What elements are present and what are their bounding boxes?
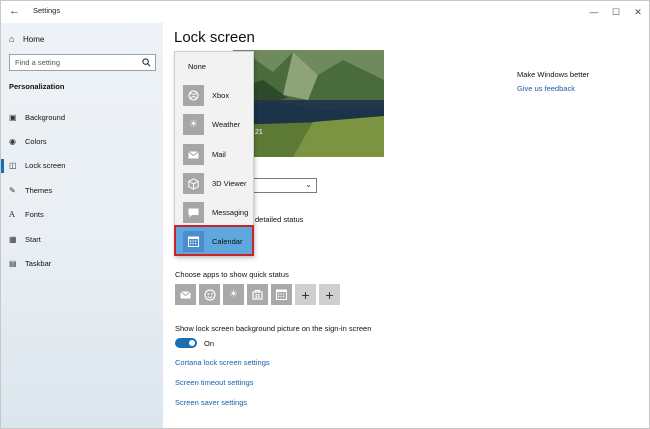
sidebar-item-taskbar[interactable]: ▤ Taskbar <box>1 251 163 275</box>
quick-status-weather-button[interactable]: ☀ <box>223 284 244 305</box>
sidebar-item-start[interactable]: ▦ Start <box>1 227 163 251</box>
background-select[interactable]: ⌄ <box>253 178 317 193</box>
sidebar-item-label: Lock screen <box>25 161 66 171</box>
quick-status-add-button[interactable]: + <box>295 284 316 305</box>
toggle-knob <box>189 340 195 346</box>
toggle-state-label: On <box>204 339 215 348</box>
weather-icon: ☀ <box>229 289 238 300</box>
sidebar-item-fonts[interactable]: A Fonts <box>1 203 163 227</box>
mail-icon <box>183 144 204 165</box>
brush-icon: ✎ <box>9 185 16 195</box>
dropdown-item-mail[interactable]: Mail <box>175 140 253 169</box>
sidebar-item-label: Background <box>25 112 66 122</box>
maximize-button[interactable]: ☐ <box>605 1 627 23</box>
taskbar-icon: ▤ <box>9 259 17 269</box>
screen-timeout-link[interactable]: Screen timeout settings <box>175 378 253 387</box>
quick-status-store-button[interactable] <box>247 284 268 305</box>
quick-status-calendar-button[interactable] <box>271 284 292 305</box>
section-title: Personalization <box>9 82 65 91</box>
app-title: Settings <box>33 6 61 15</box>
signin-background-label: Show lock screen background picture on t… <box>175 324 372 333</box>
start-icon: ▦ <box>9 234 17 244</box>
sidebar-nav: ▣ Background ◉ Colors ◫ Lock screen ✎ Th… <box>1 105 163 276</box>
window-controls: — ☐ ✕ <box>583 1 649 23</box>
lock-screen-icon: ◫ <box>9 161 17 171</box>
plus-icon: + <box>325 286 334 303</box>
quick-status-people-button[interactable] <box>199 284 220 305</box>
dropdown-item-3d-viewer[interactable]: 3D Viewer <box>175 169 253 198</box>
dropdown-item-xbox[interactable]: Xbox <box>175 81 253 110</box>
screen-saver-link[interactable]: Screen saver settings <box>175 398 247 407</box>
dropdown-item-weather[interactable]: ☀ Weather <box>175 110 253 139</box>
dropdown-item-label: Messaging <box>212 208 249 217</box>
sidebar-item-label: Taskbar <box>25 259 52 269</box>
dropdown-item-label: None <box>188 62 206 71</box>
sidebar-item-colors[interactable]: ◉ Colors <box>1 129 163 153</box>
detailed-status-label: detailed status <box>255 215 304 224</box>
search-input[interactable]: Find a setting <box>9 54 156 71</box>
settings-window: ← Settings — ☐ ✕ ⌂ Home Find a setting P… <box>0 0 650 429</box>
message-icon <box>183 202 204 223</box>
dropdown-item-none[interactable]: None <box>175 52 253 81</box>
cortana-settings-link[interactable]: Cortana lock screen settings <box>175 358 270 367</box>
dropdown-item-label: 3D Viewer <box>212 179 247 188</box>
people-icon <box>203 288 216 301</box>
related-title: Make Windows better <box>517 70 590 79</box>
home-icon: ⌂ <box>9 34 15 44</box>
sidebar-item-label: Fonts <box>25 210 44 220</box>
store-icon <box>252 289 263 300</box>
palette-icon: ◉ <box>9 137 16 147</box>
mail-icon <box>180 290 191 298</box>
dropdown-item-label: Weather <box>212 120 241 129</box>
quick-status-mail-button[interactable] <box>175 284 196 305</box>
sidebar-item-background[interactable]: ▣ Background <box>1 105 163 129</box>
sidebar-item-label: Themes <box>25 185 53 195</box>
sidebar-item-label: Start <box>25 234 41 244</box>
plus-icon: + <box>301 286 310 303</box>
font-icon: A <box>9 210 15 220</box>
calendar-icon <box>276 289 287 300</box>
sidebar-item-label: Colors <box>25 137 47 147</box>
search-icon <box>142 58 151 67</box>
title-bar: ← Settings — ☐ ✕ <box>1 1 649 23</box>
minimize-button[interactable]: — <box>583 1 605 23</box>
preview-time: 21 <box>255 129 263 136</box>
weather-icon: ☀ <box>183 114 204 135</box>
selection-highlight-box <box>174 225 254 256</box>
dropdown-item-messaging[interactable]: Messaging <box>175 198 253 227</box>
back-arrow-icon[interactable]: ← <box>9 4 23 18</box>
sidebar-item-themes[interactable]: ✎ Themes <box>1 178 163 202</box>
feedback-link[interactable]: Give us feedback <box>517 84 575 93</box>
xbox-icon <box>183 85 204 106</box>
dropdown-item-label: Xbox <box>212 91 230 100</box>
quick-status-row: ☀ + + <box>175 284 340 305</box>
home-link[interactable]: ⌂ Home <box>9 34 44 44</box>
sidebar-item-lock-screen[interactable]: ◫ Lock screen <box>1 154 163 178</box>
search-placeholder: Find a setting <box>15 58 61 67</box>
dropdown-item-label: Mail <box>212 150 226 159</box>
cube-icon <box>183 173 204 194</box>
quick-status-add-button[interactable]: + <box>319 284 340 305</box>
chevron-down-icon: ⌄ <box>305 180 312 189</box>
quick-status-label: Choose apps to show quick status <box>175 270 289 279</box>
signin-background-toggle[interactable] <box>175 338 197 348</box>
page-title: Lock screen <box>174 29 255 46</box>
picture-icon: ▣ <box>9 112 17 122</box>
close-button[interactable]: ✕ <box>627 1 649 23</box>
home-label: Home <box>23 34 45 44</box>
lock-screen-preview <box>233 50 384 157</box>
